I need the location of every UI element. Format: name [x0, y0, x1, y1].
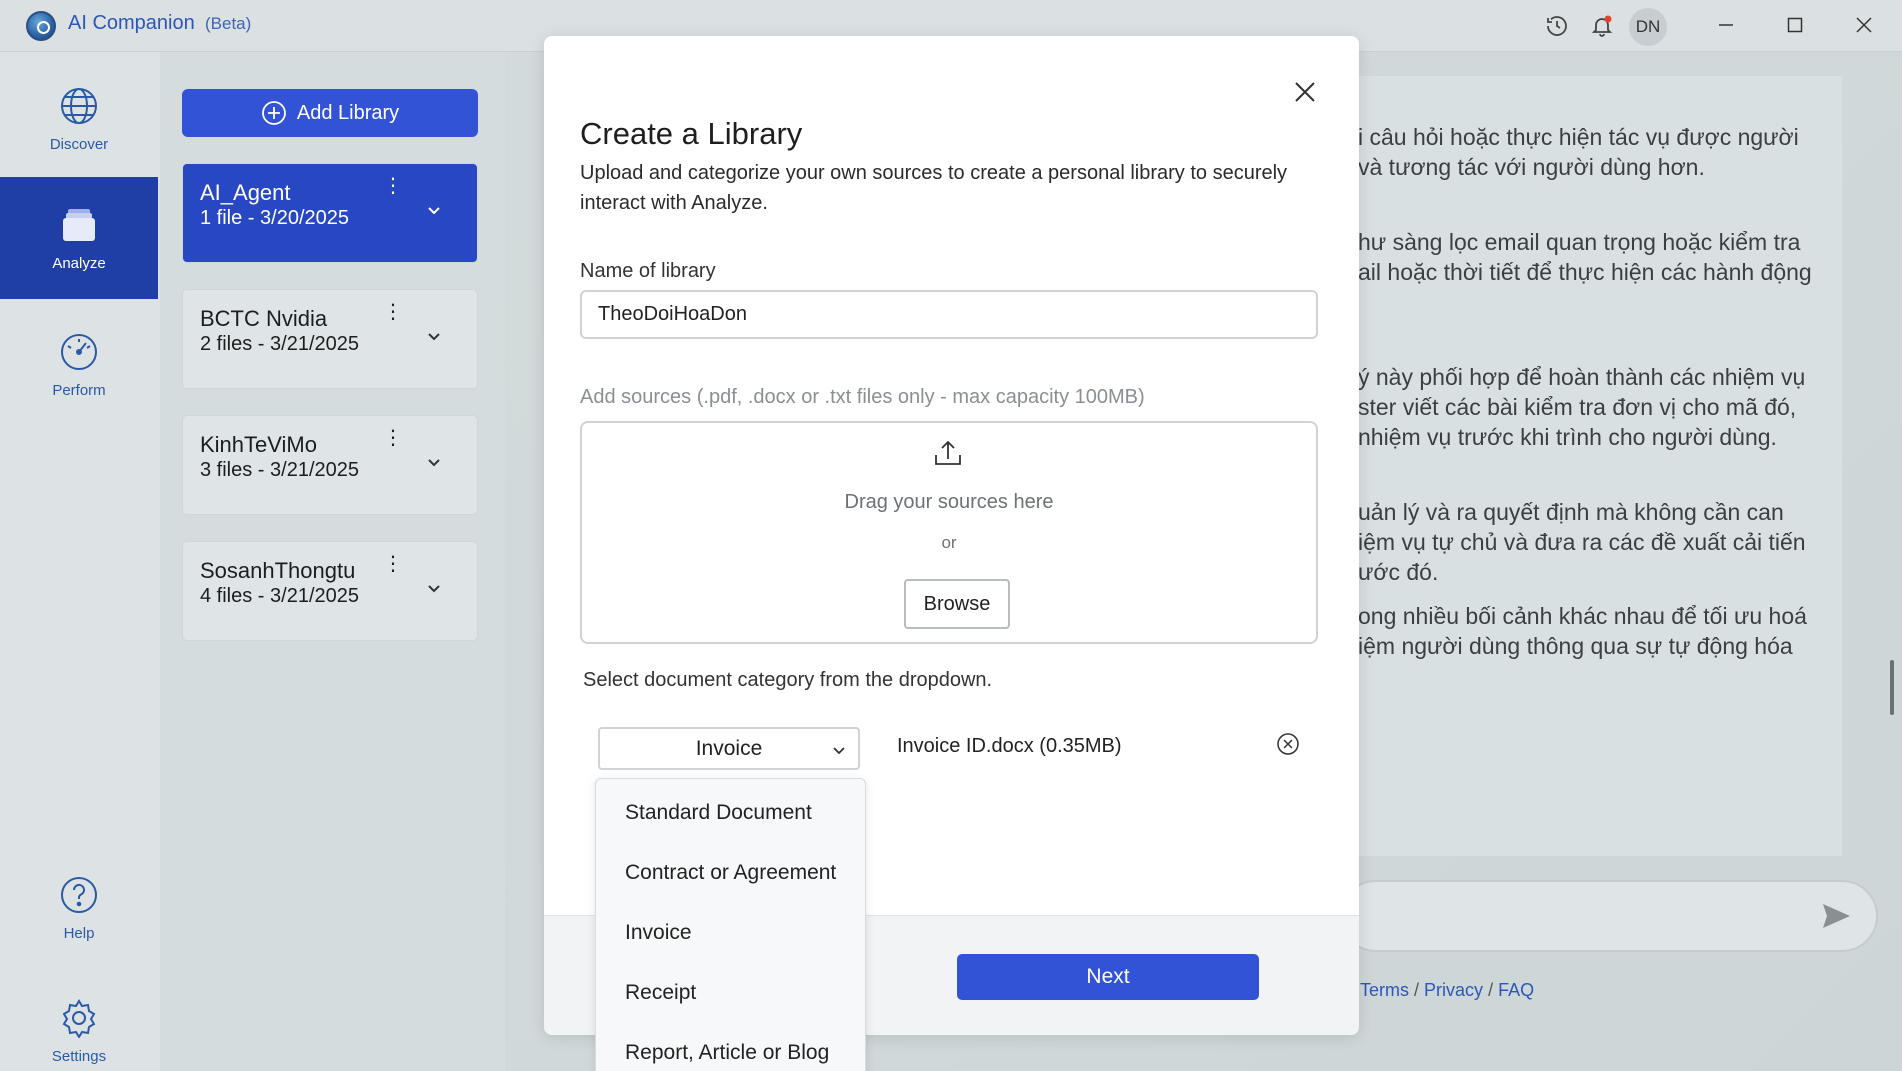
nav-perform[interactable]: Perform: [0, 304, 158, 426]
library-meta: 1 file - 3/20/2025: [200, 207, 349, 229]
uploaded-file-name: Invoice ID.docx (0.35MB): [897, 735, 1122, 757]
nav-analyze-label: Analyze: [52, 254, 106, 272]
chevron-down-icon[interactable]: [426, 328, 442, 344]
next-button[interactable]: Next: [957, 954, 1259, 1000]
library-card-ai-agent[interactable]: AI_Agent 1 file - 3/20/2025 ⋮: [182, 163, 478, 263]
terms-link[interactable]: Terms: [1360, 980, 1409, 1000]
nav-analyze[interactable]: Analyze: [0, 177, 158, 299]
nav-help-label: Help: [63, 924, 95, 942]
chevron-down-icon: [833, 747, 845, 755]
chat-line: hư sàng lọc email quan trọng hoặc kiểm t…: [1358, 229, 1801, 255]
globe-icon: [61, 87, 97, 124]
remove-file-icon[interactable]: [1276, 732, 1300, 756]
chat-line: nhiệm vụ trước khi trình cho người dùng.: [1358, 424, 1777, 450]
chevron-down-icon[interactable]: [426, 454, 442, 470]
library-card-sosanhthongtu[interactable]: SosanhThongtu 4 files - 3/21/2025 ⋮: [182, 541, 478, 641]
sources-label: Add sources (.pdf, .docx or .txt files o…: [580, 386, 1145, 408]
chat-line: iệm người dùng thông qua sự tự động hóa: [1358, 633, 1793, 659]
nav-perform-label: Perform: [52, 381, 106, 399]
app-beta-label: (Beta): [205, 14, 252, 33]
help-icon: [61, 876, 97, 913]
nav-discover[interactable]: Discover: [0, 58, 158, 180]
library-meta: 4 files - 3/21/2025: [200, 585, 359, 607]
chat-message-panel: [1340, 76, 1842, 856]
category-option-invoice[interactable]: Invoice: [625, 921, 692, 945]
chat-line: i câu hỏi hoặc thực hiện tác vụ được ngư…: [1358, 124, 1799, 150]
chevron-down-icon[interactable]: [426, 202, 442, 218]
more-options-icon[interactable]: ⋮: [383, 302, 403, 322]
dialog-close-button[interactable]: [1287, 74, 1323, 110]
chat-input[interactable]: [1340, 880, 1878, 952]
left-nav: Discover Analyze Perform Help Settings: [0, 52, 160, 1071]
faq-link[interactable]: FAQ: [1498, 980, 1534, 1000]
chat-line: uản lý và ra quyết định mà không cần can: [1358, 499, 1784, 525]
library-name: SosanhThongtu: [200, 558, 356, 583]
chat-line: ong nhiều bối cảnh khác nhau để tối ưu h…: [1358, 603, 1807, 629]
nav-discover-label: Discover: [49, 135, 109, 153]
library-meta: 3 files - 3/21/2025: [200, 459, 359, 481]
category-selected-value: Invoice: [695, 736, 763, 760]
nav-settings[interactable]: Settings: [0, 970, 158, 1071]
separator: /: [1414, 980, 1420, 1000]
dialog-subtitle: Upload and categorize your own sources t…: [580, 162, 1288, 214]
more-options-icon[interactable]: ⋮: [383, 554, 403, 574]
nav-help[interactable]: Help: [0, 847, 158, 969]
app-title: AI Companion: [68, 12, 195, 34]
separator: /: [1488, 980, 1494, 1000]
upload-icon: [935, 440, 961, 465]
window-close-button[interactable]: [1844, 10, 1884, 40]
chat-line: và tương tác với người dùng hơn.: [1358, 154, 1705, 180]
files-icon: [63, 208, 95, 241]
chat-line: iệm vụ tự chủ và đưa ra các đề xuất cải …: [1358, 529, 1806, 555]
category-select[interactable]: Invoice: [598, 727, 860, 770]
category-option-contract[interactable]: Contract or Agreement: [625, 861, 836, 885]
nav-settings-label: Settings: [51, 1047, 107, 1065]
notification-bell-icon[interactable]: [1588, 12, 1616, 40]
history-icon[interactable]: [1543, 12, 1571, 40]
privacy-link[interactable]: Privacy: [1424, 980, 1483, 1000]
gauge-icon: [61, 333, 97, 370]
footer-links: Terms / Privacy / FAQ: [1360, 980, 1534, 1001]
library-column: Add Library AI_Agent 1 file - 3/20/2025 …: [160, 52, 505, 1071]
chat-line: ail hoặc thời tiết để thực hiện các hành…: [1358, 259, 1812, 285]
browse-button[interactable]: Browse: [904, 579, 1010, 629]
chat-line: ster viết các bài kiểm tra đơn vị cho mã…: [1358, 394, 1797, 420]
more-options-icon[interactable]: ⋮: [383, 428, 403, 448]
drag-hint: Drag your sources here: [844, 491, 1054, 513]
user-avatar[interactable]: DN: [1629, 8, 1667, 46]
category-label: Select document category from the dropdo…: [583, 669, 993, 691]
maximize-button[interactable]: [1775, 10, 1815, 40]
category-option-receipt[interactable]: Receipt: [625, 981, 696, 1005]
close-icon: [1295, 82, 1315, 102]
library-name: KinhTeViMo: [200, 432, 317, 457]
dialog-title: Create a Library: [580, 116, 803, 151]
app-logo-icon: [26, 11, 56, 41]
category-option-standard-document[interactable]: Standard Document: [625, 801, 812, 825]
chevron-down-icon[interactable]: [426, 580, 442, 596]
category-option-report[interactable]: Report, Article or Blog: [625, 1041, 829, 1065]
library-name-label: Name of library: [580, 260, 716, 282]
chat-input-left: [507, 860, 547, 1040]
minimize-button[interactable]: [1706, 10, 1746, 40]
category-dropdown-menu: Standard Document Contract or Agreement …: [595, 778, 866, 1071]
add-library-label: Add Library: [296, 101, 400, 124]
more-options-icon[interactable]: ⋮: [383, 176, 403, 196]
add-library-button[interactable]: Add Library: [182, 89, 478, 137]
send-icon[interactable]: [1820, 900, 1852, 932]
library-name: AI_Agent: [200, 180, 291, 205]
chat-line: ước đó.: [1358, 559, 1439, 585]
library-meta: 2 files - 3/21/2025: [200, 333, 359, 355]
file-dropzone[interactable]: Drag your sources here or Browse: [580, 421, 1318, 644]
library-name-input[interactable]: [580, 290, 1318, 339]
chat-scrollbar[interactable]: [1890, 660, 1894, 715]
library-name: BCTC Nvidia: [200, 306, 328, 331]
gear-icon: [62, 998, 96, 1038]
or-text: or: [941, 533, 957, 552]
library-card-bctc-nvidia[interactable]: BCTC Nvidia 2 files - 3/21/2025 ⋮: [182, 289, 478, 389]
library-card-kinhtevimo[interactable]: KinhTeViMo 3 files - 3/21/2025 ⋮: [182, 415, 478, 515]
plus-circle-icon: [261, 101, 286, 125]
chat-line: ý này phối hợp để hoàn thành các nhiệm v…: [1358, 364, 1806, 390]
